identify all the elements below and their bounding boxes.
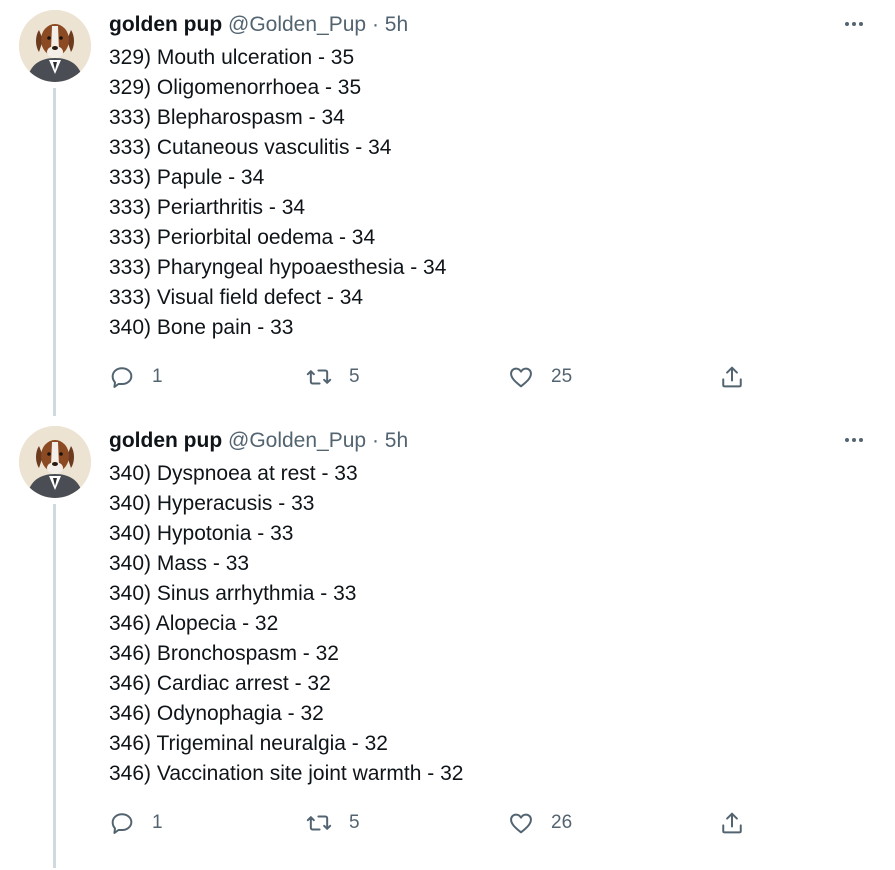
tweet[interactable]: golden pup @Golden_Pup · 5h 329) Mouth u… — [0, 0, 895, 416]
tweet-header: golden pup @Golden_Pup · 5h — [109, 427, 408, 455]
share-button[interactable] — [718, 807, 746, 839]
action-bar: 1 5 26 — [0, 807, 895, 839]
tweet-line: 340) Dyspnoea at rest - 33 — [109, 462, 358, 485]
retweet-icon — [306, 815, 332, 831]
heart-icon — [510, 813, 532, 834]
more-options-button[interactable] — [840, 16, 868, 32]
tweet-text: 340) Dyspnoea at rest - 33 340) Hyperacu… — [109, 459, 463, 789]
more-dots-icon — [845, 438, 849, 442]
tweet-line: 333) Periorbital oedema - 34 — [109, 226, 376, 249]
tweet-line: 333) Papule - 34 — [109, 166, 265, 189]
tweet-line: 340) Hyperacusis - 33 — [109, 492, 315, 515]
reply-button[interactable]: 1 — [108, 807, 163, 839]
tweet-line: 333) Cutaneous vasculitis - 34 — [109, 136, 392, 159]
tweet-text: 329) Mouth ulceration - 35 329) Oligomen… — [109, 43, 446, 343]
tweet-line: 346) Odynophagia - 32 — [109, 702, 324, 725]
tweet-line: 340) Hypotonia - 33 — [109, 522, 294, 545]
tweet-line: 333) Pharyngeal hypoaesthesia - 34 — [109, 256, 447, 279]
author-name[interactable]: golden pup — [109, 429, 222, 452]
retweet-count: 5 — [349, 812, 360, 833]
tweet-line: 329) Mouth ulceration - 35 — [109, 46, 355, 69]
reply-button[interactable]: 1 — [108, 361, 163, 393]
action-bar: 1 5 25 — [0, 361, 895, 393]
avatar[interactable] — [19, 10, 91, 82]
tweet-line: 346) Cardiac arrest - 32 — [109, 672, 331, 695]
retweet-button[interactable]: 5 — [305, 361, 360, 393]
reply-count: 1 — [152, 366, 163, 387]
timestamp[interactable]: 5h — [385, 429, 408, 452]
reply-bubble-icon — [111, 813, 133, 834]
dog-avatar-icon — [19, 10, 91, 82]
separator-dot: · — [371, 429, 379, 452]
author-handle[interactable]: @Golden_Pup — [228, 13, 366, 36]
dog-avatar-icon — [19, 426, 91, 498]
separator-dot: · — [371, 13, 379, 36]
like-button[interactable]: 26 — [507, 807, 572, 839]
tweet-line: 346) Alopecia - 32 — [109, 612, 279, 635]
share-button[interactable] — [718, 361, 746, 393]
like-button[interactable]: 25 — [507, 361, 572, 393]
author-handle[interactable]: @Golden_Pup — [228, 429, 366, 452]
author-name[interactable]: golden pup — [109, 13, 222, 36]
tweet-line: 340) Bone pain - 33 — [109, 316, 294, 339]
tweet-line: 346) Vaccination site joint warmth - 32 — [109, 762, 464, 785]
tweet[interactable]: golden pup @Golden_Pup · 5h 340) Dyspnoe… — [0, 416, 895, 870]
tweet-line: 333) Periarthritis - 34 — [109, 196, 306, 219]
tweet-line: 346) Trigeminal neuralgia - 32 — [109, 732, 388, 755]
retweet-icon — [306, 369, 332, 385]
tweet-header: golden pup @Golden_Pup · 5h — [109, 11, 408, 39]
more-dots-icon — [845, 22, 849, 26]
retweet-count: 5 — [349, 366, 360, 387]
share-upload-icon — [722, 812, 742, 834]
like-count: 26 — [551, 812, 573, 833]
tweet-line: 340) Mass - 33 — [109, 552, 250, 575]
tweet-line: 329) Oligomenorrhoea - 35 — [109, 76, 362, 99]
heart-icon — [510, 367, 532, 388]
avatar[interactable] — [19, 426, 91, 498]
tweet-line: 340) Sinus arrhythmia - 33 — [109, 582, 357, 605]
reply-bubble-icon — [111, 367, 133, 388]
like-count: 25 — [551, 366, 573, 387]
timestamp[interactable]: 5h — [385, 13, 408, 36]
more-options-button[interactable] — [840, 432, 868, 448]
tweet-line: 333) Blepharospasm - 34 — [109, 106, 345, 129]
reply-count: 1 — [152, 812, 163, 833]
tweet-line: 346) Bronchospasm - 32 — [109, 642, 339, 665]
tweet-line: 333) Visual field defect - 34 — [109, 286, 364, 309]
retweet-button[interactable]: 5 — [305, 807, 360, 839]
share-upload-icon — [722, 366, 742, 388]
